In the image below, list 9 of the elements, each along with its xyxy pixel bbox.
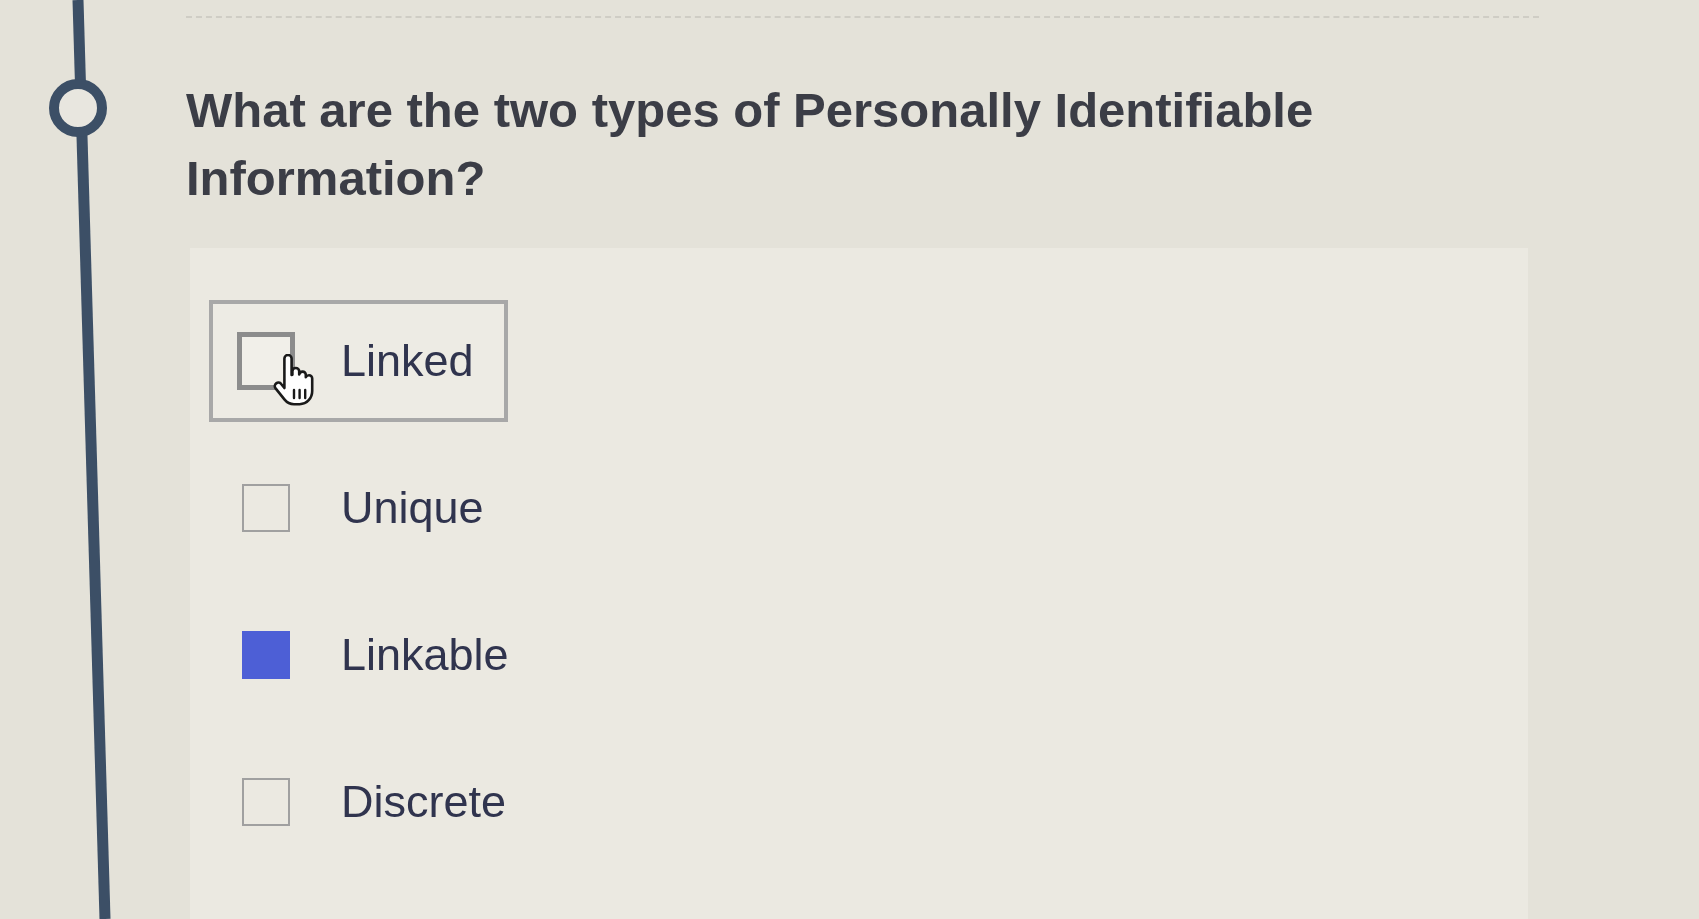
- checkbox[interactable]: [242, 484, 290, 532]
- answer-option[interactable]: Linkable: [209, 594, 535, 716]
- answer-option[interactable]: Discrete: [209, 741, 533, 863]
- checkbox[interactable]: [242, 631, 290, 679]
- answer-option[interactable]: Unique: [209, 447, 510, 569]
- hand-cursor-icon: [271, 354, 315, 406]
- checkbox[interactable]: [242, 778, 290, 826]
- question-text: What are the two types of Personally Identifiable Information?: [186, 82, 1315, 207]
- answer-option[interactable]: Linked: [209, 300, 508, 422]
